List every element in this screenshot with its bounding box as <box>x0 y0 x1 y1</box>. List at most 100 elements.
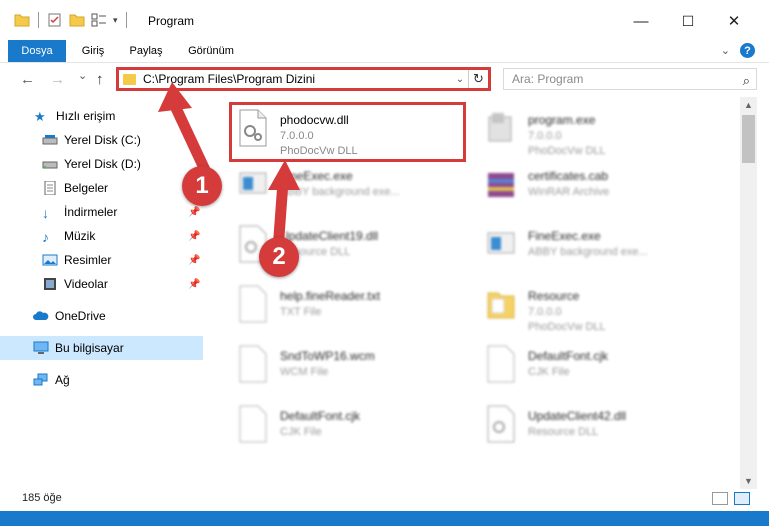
pin-icon[interactable]: 📌 <box>188 279 200 290</box>
expand-ribbon-icon[interactable]: ⌄ <box>721 44 730 57</box>
up-button[interactable]: ↑ <box>96 71 104 88</box>
search-input[interactable]: Ara: Program ⌕ <box>503 68 757 90</box>
file-item-updateclient42[interactable]: UpdateClient42.dll Resource DLL <box>478 399 718 455</box>
file-name: help.fineReader.txt <box>280 289 381 303</box>
sidebar-item-disk-c[interactable]: Yerel Disk (C:) <box>0 128 203 152</box>
file-description: ABBY background exe... <box>280 186 400 198</box>
file-description: PhoDocVw DLL <box>528 145 606 157</box>
sidebar-item-videos[interactable]: Videolar 📌 <box>0 272 203 296</box>
address-dropdown-icon[interactable]: ⌄ <box>452 74 468 85</box>
file-item-help-txt[interactable]: help.fineReader.txt TXT File <box>230 279 470 335</box>
file-item-fineexec-2[interactable]: FineExec.exe ABBY background exe... <box>478 219 718 275</box>
pin-icon[interactable]: 📌 <box>188 207 200 218</box>
drive-icon <box>42 161 58 169</box>
sidebar-item-label: Yerel Disk (D:) <box>64 157 141 171</box>
pictures-icon <box>42 254 58 266</box>
file-version: 7.0.0.0 <box>528 130 562 142</box>
taskbar-strip <box>0 511 769 526</box>
forward-button[interactable]: → <box>50 71 65 88</box>
sidebar-item-documents[interactable]: Belgeler 📌 <box>0 176 203 200</box>
drive-icon <box>42 135 58 145</box>
back-button[interactable]: ← <box>20 71 35 88</box>
folder-icon <box>487 292 515 319</box>
file-item-sndtowp16[interactable]: SndToWP16.wcm WCM File <box>230 339 470 395</box>
video-icon <box>44 278 56 290</box>
sidebar-item-label: Hızlı erişim <box>56 109 116 123</box>
file-description: CJK File <box>280 426 322 438</box>
sidebar-item-label: Yerel Disk (C:) <box>64 133 141 147</box>
address-bar[interactable]: C:\Program Files\Program Dizini ⌄ ↻ <box>116 67 491 91</box>
search-placeholder: Ara: Program <box>512 72 584 86</box>
sidebar-item-label: Bu bilgisayar <box>55 341 124 355</box>
navigation-pane: ★ Hızlı erişim Yerel Disk (C:) Yerel Dis… <box>0 97 205 471</box>
search-icon[interactable]: ⌕ <box>743 71 750 91</box>
sidebar-item-label: Resimler <box>64 253 112 267</box>
sidebar-item-disk-d[interactable]: Yerel Disk (D:) <box>0 152 203 176</box>
exe-icon <box>487 232 515 254</box>
file-description: ABBY background exe... <box>528 246 648 258</box>
pin-icon[interactable]: 📌 <box>188 231 200 242</box>
file-name: certificates.cab <box>528 169 609 183</box>
exe-icon <box>239 172 267 194</box>
sidebar-item-label: OneDrive <box>55 309 106 323</box>
tab-view[interactable]: Görünüm <box>182 40 240 62</box>
scrollbar-thumb[interactable] <box>742 115 755 163</box>
refresh-icon[interactable]: ↻ <box>468 70 488 88</box>
sidebar-item-downloads[interactable]: ↓ İndirmeler 📌 <box>0 200 203 224</box>
file-item-defaultfont[interactable]: DefaultFont.cjk CJK File <box>478 339 718 395</box>
address-path[interactable]: C:\Program Files\Program Dizini <box>143 72 452 86</box>
tab-share[interactable]: Paylaş <box>122 40 170 62</box>
text-file-icon <box>239 285 267 323</box>
sidebar-item-label: İndirmeler <box>64 205 118 219</box>
sidebar-item-network[interactable]: Ağ <box>0 368 203 392</box>
large-icons-view-icon[interactable] <box>734 492 750 505</box>
dll-icon <box>487 405 515 443</box>
sidebar-item-onedrive[interactable]: OneDrive <box>0 304 203 328</box>
vertical-scrollbar[interactable]: ▲ ▼ <box>740 97 757 489</box>
properties-icon[interactable] <box>47 13 63 27</box>
tab-home[interactable]: Giriş <box>72 40 114 62</box>
file-version: 7.0.0.0 <box>528 306 562 318</box>
download-icon: ↓ <box>42 205 49 221</box>
sidebar-item-this-pc[interactable]: Bu bilgisayar <box>0 336 203 360</box>
scroll-down-icon[interactable]: ▼ <box>740 473 757 489</box>
file-item-certificates[interactable]: certificates.cab WinRAR Archive <box>478 159 718 215</box>
file-icon <box>239 405 267 443</box>
recent-locations-button[interactable]: ⌄ <box>78 69 87 82</box>
divider <box>125 12 127 28</box>
window-title: Program <box>148 14 195 28</box>
customize-toolbar-icon[interactable]: ▾ <box>113 15 118 26</box>
file-item-fineexec[interactable]: FineExec.exe ABBY background exe... <box>230 159 470 215</box>
file-name: DefaultFont.cjk <box>280 409 361 423</box>
minimize-button[interactable]: — <box>626 8 656 34</box>
status-bar: 185 öğe <box>0 489 769 511</box>
maximize-button[interactable]: ☐ <box>673 8 703 34</box>
file-name: DefaultFont.cjk <box>528 349 609 363</box>
scroll-up-icon[interactable]: ▲ <box>740 97 757 113</box>
sidebar-item-label: Ağ <box>55 373 70 387</box>
view-options-icon[interactable] <box>91 13 107 27</box>
file-item-program-exe[interactable]: program.exe 7.0.0.0 PhoDocVw DLL <box>478 103 718 159</box>
sidebar-item-music[interactable]: ♪ Müzik 📌 <box>0 224 203 248</box>
file-name: UpdateClient19.dll <box>280 229 379 243</box>
navigation-bar: ← → ⌄ ↑ C:\Program Files\Program Dizini … <box>0 63 769 97</box>
cloud-icon <box>33 311 49 320</box>
documents-icon <box>44 181 56 195</box>
file-item-resource-folder[interactable]: Resource 7.0.0.0 PhoDocVw DLL <box>478 279 718 335</box>
tab-file[interactable]: Dosya <box>8 40 66 62</box>
file-item-defaultfont-2[interactable]: DefaultFont.cjk CJK File <box>230 399 470 455</box>
file-name: program.exe <box>528 113 596 127</box>
pin-icon[interactable]: 📌 <box>188 255 200 266</box>
new-folder-icon[interactable] <box>69 13 85 27</box>
folder-icon <box>123 73 136 85</box>
exe-icon <box>488 113 512 142</box>
file-name: SndToWP16.wcm <box>280 349 375 363</box>
help-icon[interactable]: ? <box>740 43 755 58</box>
sidebar-item-label: Belgeler <box>64 181 109 195</box>
file-description: Resource DLL <box>528 426 599 438</box>
close-button[interactable]: ✕ <box>719 8 749 34</box>
sidebar-item-quick-access[interactable]: ★ Hızlı erişim <box>0 104 203 128</box>
star-icon: ★ <box>34 109 46 124</box>
details-view-icon[interactable] <box>712 492 728 505</box>
sidebar-item-pictures[interactable]: Resimler 📌 <box>0 248 203 272</box>
